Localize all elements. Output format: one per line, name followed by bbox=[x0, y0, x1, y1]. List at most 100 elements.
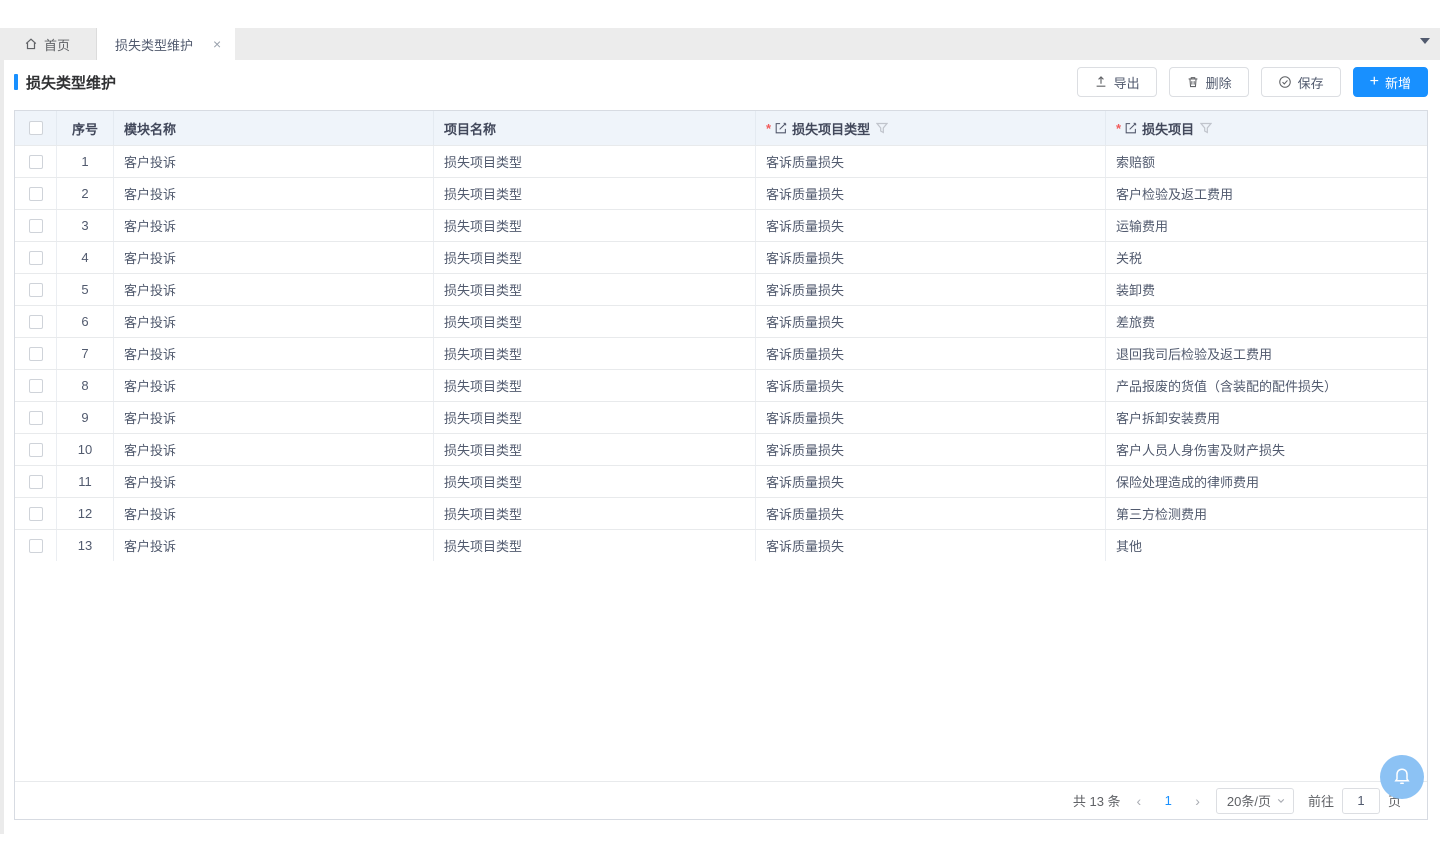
row-checkbox[interactable] bbox=[29, 283, 43, 297]
app-page: 首页 损失类型维护 × 损失类型维护 导出 删除 bbox=[0, 0, 1440, 860]
tab-close-icon[interactable]: × bbox=[213, 37, 221, 51]
cell-index: 13 bbox=[57, 530, 114, 561]
cell-loss-type: 客诉质量损失 bbox=[756, 530, 1106, 561]
header-select-all-cell bbox=[15, 111, 57, 145]
table-row[interactable]: 7 客户投诉 损失项目类型 客诉质量损失 退回我司后检验及返工费用 bbox=[15, 337, 1427, 369]
export-label: 导出 bbox=[1114, 73, 1140, 92]
row-checkbox[interactable] bbox=[29, 315, 43, 329]
table-row[interactable]: 3 客户投诉 损失项目类型 客诉质量损失 运输费用 bbox=[15, 209, 1427, 241]
table-row[interactable]: 11 客户投诉 损失项目类型 客诉质量损失 保险处理造成的律师费用 bbox=[15, 465, 1427, 497]
filter-funnel-icon[interactable] bbox=[1200, 122, 1212, 134]
row-checkbox[interactable] bbox=[29, 187, 43, 201]
table-row[interactable]: 2 客户投诉 损失项目类型 客诉质量损失 客户检验及返工费用 bbox=[15, 177, 1427, 209]
row-select-cell bbox=[15, 434, 57, 465]
cell-project: 损失项目类型 bbox=[434, 242, 756, 273]
cell-loss-item: 差旅费 bbox=[1106, 306, 1427, 337]
page-number-1[interactable]: 1 bbox=[1157, 793, 1179, 808]
row-checkbox[interactable] bbox=[29, 475, 43, 489]
table-row[interactable]: 10 客户投诉 损失项目类型 客诉质量损失 客户人员人身伤害及财产损失 bbox=[15, 433, 1427, 465]
table-row[interactable]: 6 客户投诉 损失项目类型 客诉质量损失 差旅费 bbox=[15, 305, 1427, 337]
cell-project: 损失项目类型 bbox=[434, 530, 756, 561]
notification-bell-button[interactable] bbox=[1380, 755, 1424, 799]
cell-loss-item: 第三方检测费用 bbox=[1106, 498, 1427, 529]
cell-module: 客户投诉 bbox=[114, 306, 434, 337]
row-checkbox[interactable] bbox=[29, 539, 43, 553]
row-checkbox[interactable] bbox=[29, 251, 43, 265]
cell-project: 损失项目类型 bbox=[434, 306, 756, 337]
table-row[interactable]: 4 客户投诉 损失项目类型 客诉质量损失 关税 bbox=[15, 241, 1427, 273]
cell-loss-type: 客诉质量损失 bbox=[756, 498, 1106, 529]
home-icon bbox=[24, 37, 38, 51]
check-circle-icon bbox=[1278, 75, 1292, 89]
cell-project: 损失项目类型 bbox=[434, 146, 756, 177]
tab-list-dropdown-icon[interactable] bbox=[1420, 38, 1430, 44]
cell-index: 1 bbox=[57, 146, 114, 177]
table-row[interactable]: 5 客户投诉 损失项目类型 客诉质量损失 装卸费 bbox=[15, 273, 1427, 305]
edit-icon bbox=[774, 121, 788, 135]
table-row[interactable]: 13 客户投诉 损失项目类型 客诉质量损失 其他 bbox=[15, 529, 1427, 561]
cell-loss-type: 客诉质量损失 bbox=[756, 274, 1106, 305]
cell-project: 损失项目类型 bbox=[434, 178, 756, 209]
table-row[interactable]: 8 客户投诉 损失项目类型 客诉质量损失 产品报废的货值（含装配的配件损失） bbox=[15, 369, 1427, 401]
cell-loss-item: 其他 bbox=[1106, 530, 1427, 561]
cell-module: 客户投诉 bbox=[114, 498, 434, 529]
tab-home[interactable]: 首页 bbox=[0, 28, 97, 60]
table-row[interactable]: 9 客户投诉 损失项目类型 客诉质量损失 客户拆卸安装费用 bbox=[15, 401, 1427, 433]
table-row[interactable]: 1 客户投诉 损失项目类型 客诉质量损失 索赔额 bbox=[15, 145, 1427, 177]
row-checkbox[interactable] bbox=[29, 411, 43, 425]
cell-module: 客户投诉 bbox=[114, 338, 434, 369]
row-select-cell bbox=[15, 498, 57, 529]
row-checkbox[interactable] bbox=[29, 379, 43, 393]
cell-project: 损失项目类型 bbox=[434, 338, 756, 369]
page-header: 损失类型维护 导出 删除 保存 + bbox=[14, 66, 1428, 98]
collapsed-sidebar-strip bbox=[0, 28, 4, 834]
cell-module: 客户投诉 bbox=[114, 242, 434, 273]
save-button[interactable]: 保存 bbox=[1261, 67, 1341, 97]
next-page-icon[interactable]: › bbox=[1193, 793, 1202, 809]
delete-button[interactable]: 删除 bbox=[1169, 67, 1249, 97]
cell-loss-item: 索赔额 bbox=[1106, 146, 1427, 177]
row-checkbox[interactable] bbox=[29, 155, 43, 169]
cell-index: 3 bbox=[57, 210, 114, 241]
cell-module: 客户投诉 bbox=[114, 434, 434, 465]
page-size-value: 20条/页 bbox=[1227, 791, 1271, 810]
prev-page-icon[interactable]: ‹ bbox=[1135, 793, 1144, 809]
cell-loss-item: 关税 bbox=[1106, 242, 1427, 273]
cell-loss-item: 客户检验及返工费用 bbox=[1106, 178, 1427, 209]
row-select-cell bbox=[15, 530, 57, 561]
tab-bar: 首页 损失类型维护 × bbox=[0, 28, 1440, 60]
cell-module: 客户投诉 bbox=[114, 402, 434, 433]
cell-index: 4 bbox=[57, 242, 114, 273]
tab-loss-type-maintenance[interactable]: 损失类型维护 × bbox=[97, 28, 235, 60]
cell-index: 11 bbox=[57, 466, 114, 497]
table-row[interactable]: 12 客户投诉 损失项目类型 客诉质量损失 第三方检测费用 bbox=[15, 497, 1427, 529]
cell-loss-type: 客诉质量损失 bbox=[756, 146, 1106, 177]
row-checkbox[interactable] bbox=[29, 443, 43, 457]
cell-index: 10 bbox=[57, 434, 114, 465]
row-select-cell bbox=[15, 242, 57, 273]
edit-icon bbox=[1124, 121, 1138, 135]
cell-loss-type: 客诉质量损失 bbox=[756, 178, 1106, 209]
goto-page-input[interactable] bbox=[1342, 788, 1380, 814]
row-checkbox[interactable] bbox=[29, 347, 43, 361]
export-button[interactable]: 导出 bbox=[1077, 67, 1157, 97]
cell-loss-type: 客诉质量损失 bbox=[756, 434, 1106, 465]
header-loss-type: * 损失项目类型 bbox=[756, 111, 1106, 145]
row-checkbox[interactable] bbox=[29, 507, 43, 521]
row-select-cell bbox=[15, 210, 57, 241]
tab-active-label: 损失类型维护 bbox=[115, 35, 193, 54]
cell-module: 客户投诉 bbox=[114, 210, 434, 241]
cell-module: 客户投诉 bbox=[114, 370, 434, 401]
select-all-checkbox[interactable] bbox=[29, 121, 43, 135]
bell-icon bbox=[1391, 766, 1413, 788]
row-select-cell bbox=[15, 274, 57, 305]
cell-module: 客户投诉 bbox=[114, 274, 434, 305]
trash-icon bbox=[1186, 75, 1200, 89]
add-button[interactable]: + 新增 bbox=[1353, 67, 1428, 97]
row-select-cell bbox=[15, 370, 57, 401]
filter-funnel-icon[interactable] bbox=[876, 122, 888, 134]
row-select-cell bbox=[15, 178, 57, 209]
page-size-select[interactable]: 20条/页 bbox=[1216, 788, 1294, 814]
header-project: 项目名称 bbox=[434, 111, 756, 145]
row-checkbox[interactable] bbox=[29, 219, 43, 233]
